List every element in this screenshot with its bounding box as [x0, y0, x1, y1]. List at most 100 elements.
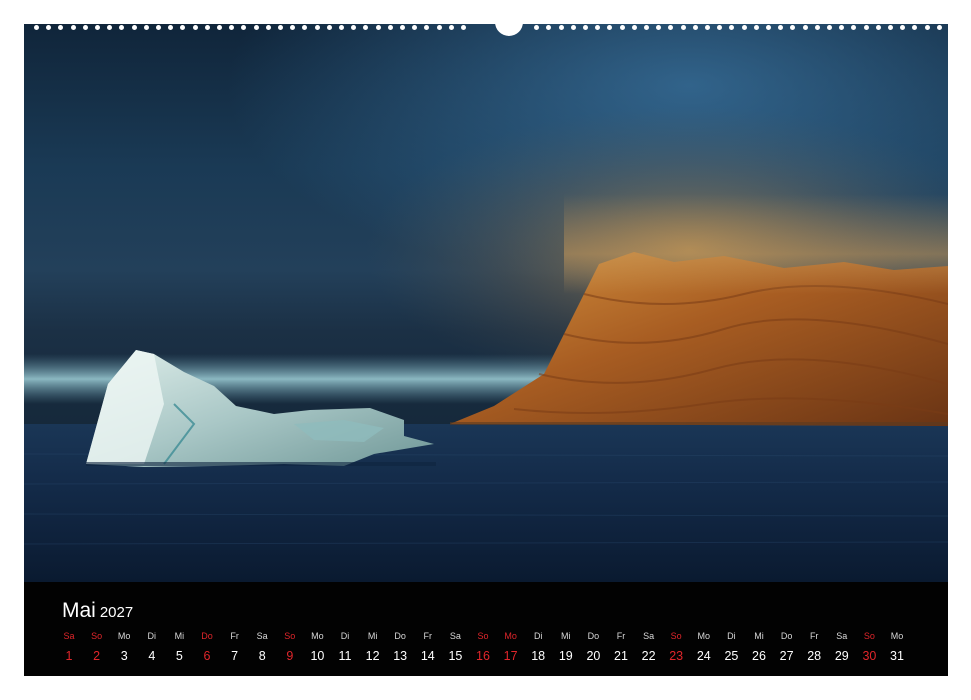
month-year: 2027 [99, 604, 134, 621]
binding-hole [314, 25, 320, 30]
weekday-label: So [91, 631, 103, 641]
binding-hole [229, 25, 235, 30]
weekday-label: Sa [256, 631, 268, 641]
binding-hole [302, 25, 308, 30]
day-cell: Mi 19 [552, 630, 580, 667]
day-number: 8 [258, 649, 266, 663]
day-cell: Sa 15 [441, 630, 469, 667]
weekday-label: Mo [117, 631, 131, 641]
day-number: 22 [641, 649, 656, 663]
binding-hole [924, 25, 930, 30]
day-number: 28 [807, 649, 822, 663]
day-cell: Di 11 [331, 630, 359, 667]
binding-hole [95, 25, 100, 30]
binding-hole [131, 25, 137, 30]
day-cell: Mo 3 [110, 630, 138, 667]
binding-hole [180, 25, 186, 30]
day-number: 15 [448, 649, 463, 663]
day-number: 31 [890, 649, 904, 663]
weekday-label: Di [727, 631, 736, 641]
binding-hole [58, 25, 64, 30]
weekday-label: Mo [697, 631, 711, 641]
binding-hole [851, 25, 857, 30]
day-cell: Do 6 [193, 630, 221, 667]
day-cell: Fr 14 [414, 630, 442, 667]
day-number: 24 [696, 649, 711, 663]
binding-hole [656, 25, 662, 30]
day-number: 9 [286, 649, 294, 663]
day-cell: So 23 [662, 630, 690, 667]
binding-hole [204, 25, 210, 30]
binding-hole [741, 25, 747, 30]
weekday-label: Sa [63, 631, 75, 641]
day-number: 10 [310, 649, 325, 663]
day-cell: So 16 [469, 630, 497, 667]
weekday-label: Sa [836, 631, 848, 641]
weekday-label: Mi [174, 631, 185, 641]
day-cell: Do 13 [386, 630, 414, 667]
binding-hole [644, 25, 649, 30]
day-number: 26 [752, 649, 766, 663]
binding-hole [351, 25, 357, 30]
binding-hole [729, 25, 735, 30]
day-cell: Mi 5 [165, 630, 193, 667]
day-cell: Mo 17 [497, 630, 525, 667]
binding-hole [534, 25, 540, 30]
binding-hole [900, 25, 906, 30]
binding-hole [546, 25, 552, 30]
weekday-label: Sa [449, 631, 461, 641]
weekday-label: Fr [809, 631, 819, 641]
binding-hole [570, 25, 576, 30]
binding-hole [814, 25, 820, 30]
binding-hole [326, 25, 332, 30]
binding-hole [217, 25, 222, 30]
binding-hole [461, 25, 466, 30]
day-number: 25 [724, 649, 739, 663]
day-number: 12 [365, 649, 380, 663]
calendar-strip: Mai 2027 Sa 1 So 2 Mo 3 Di 4 Mi 5 Do 6 Fr 7 Sa 8 So 9 Mo 10 D… [24, 582, 948, 676]
weekday-label: Di [340, 631, 350, 641]
binding-hole [339, 25, 344, 30]
binding-hole [107, 25, 113, 30]
day-number: 13 [393, 649, 408, 663]
weekday-label: Fr [423, 631, 433, 641]
weekday-label: Mi [367, 631, 378, 641]
binding-hole [912, 25, 918, 30]
day-cell: Mi 12 [359, 630, 387, 667]
binding-hole [387, 25, 393, 30]
day-number: 1 [65, 649, 73, 663]
weekday-label: Di [533, 631, 543, 641]
day-number: 5 [175, 649, 183, 663]
day-cell: Sa 1 [55, 630, 83, 667]
day-number: 11 [338, 649, 352, 663]
binding-hole [680, 25, 686, 30]
binding-hole [290, 25, 296, 30]
binding-hole [692, 25, 698, 30]
weekday-label: Mo [504, 631, 517, 641]
binding-hole [265, 25, 271, 30]
day-cell: So 30 [855, 630, 883, 667]
binding-hole [363, 25, 369, 30]
binding-hole [168, 25, 174, 30]
day-number: 29 [834, 649, 849, 663]
weekday-label: Sa [643, 631, 655, 641]
day-cell: Do 27 [773, 630, 801, 667]
binding-hole [424, 25, 430, 30]
binding-hole [583, 25, 588, 30]
day-cell: Sa 29 [828, 630, 856, 667]
binding-hole [34, 25, 39, 30]
binding-hole [412, 25, 418, 30]
binding-hole [619, 25, 625, 30]
binding-hole [607, 25, 613, 30]
calendar-page: Mai 2027 Sa 1 So 2 Mo 3 Di 4 Mi 5 Do 6 Fr 7 Sa 8 So 9 Mo 10 D… [0, 0, 971, 700]
binding-hole [863, 25, 869, 30]
weekday-label: Do [394, 631, 406, 641]
binding-hole [839, 25, 845, 30]
binding-hole [253, 25, 259, 30]
weekday-label: So [284, 631, 296, 641]
day-number: 14 [420, 649, 435, 663]
binding-hole [875, 25, 881, 30]
day-number: 27 [779, 649, 794, 663]
day-number: 20 [586, 649, 601, 663]
binding-hole [888, 25, 893, 30]
